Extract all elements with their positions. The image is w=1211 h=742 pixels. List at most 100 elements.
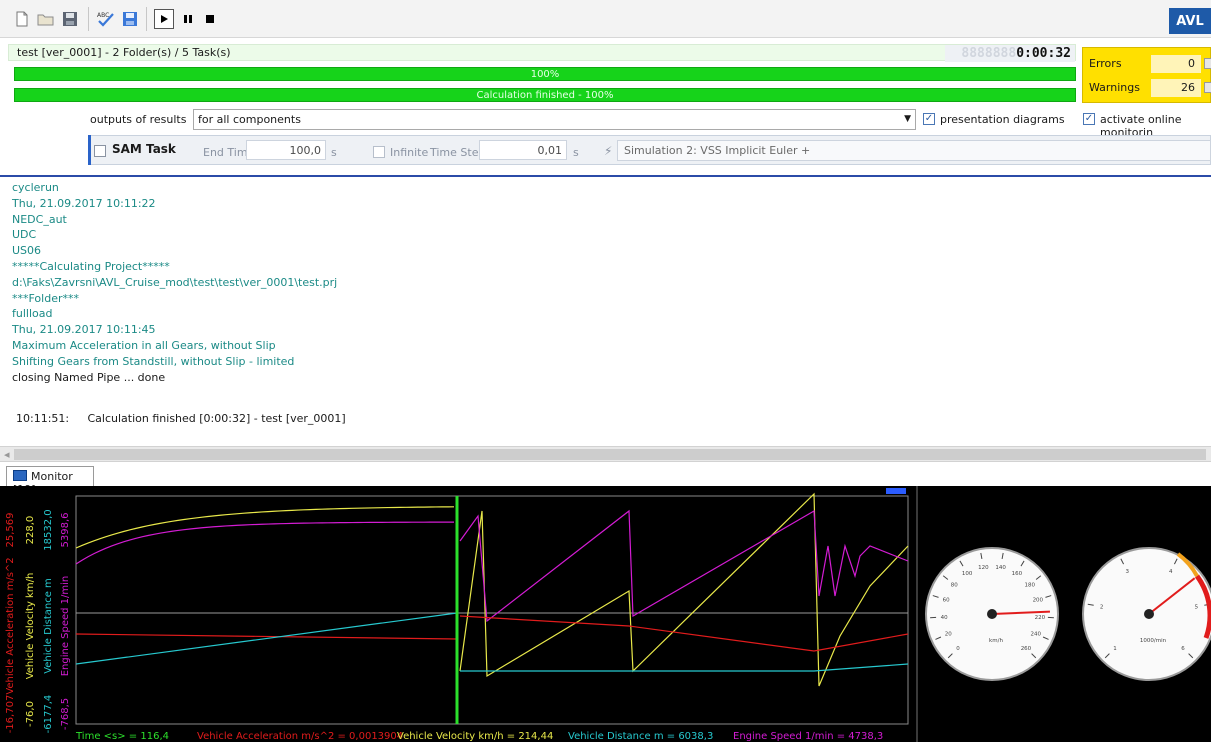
calculation-log: cyclerun Thu, 21.09.2017 10:11:22 NEDC_aut…	[12, 181, 1192, 386]
speedo-tick-label: 80	[951, 582, 958, 588]
errors-label: Errors	[1089, 57, 1122, 70]
speedo-tick-label: 60	[943, 598, 950, 604]
errors-panel: Errors 0 Warnings 26	[1082, 47, 1211, 103]
stop-icon[interactable]	[200, 9, 220, 29]
tacho-tick-label: 6	[1181, 646, 1185, 652]
log-line: Shifting Gears from Standstill, without …	[12, 354, 295, 368]
errors-detail-icon[interactable]	[1204, 58, 1211, 69]
errors-count: 0	[1151, 55, 1201, 73]
errors-row: Errors 0	[1083, 53, 1211, 75]
axis-min-label: -16,707	[5, 695, 16, 734]
log-line: fullload	[12, 307, 53, 321]
infinite-checkbox[interactable]	[373, 146, 385, 158]
speedo-tick-label: 20	[945, 632, 952, 638]
tacho-tick-label: 3	[1125, 569, 1129, 575]
speedo-tick-label: 200	[1033, 598, 1044, 604]
readout-value: Vehicle Acceleration m/s^2 = 0,0013904	[197, 731, 403, 742]
speedo-tick-label: 100	[962, 571, 973, 577]
axis-max-label: 228,0	[25, 516, 36, 545]
main-toolbar: ABC AVL	[0, 0, 1211, 38]
sam-task-checkbox[interactable]	[94, 145, 106, 157]
monitor-panel: Vehicle Acceleration m/s^2 25,569 -16,707 V…	[0, 486, 1211, 742]
progress-bottom-label: Calculation finished - 100%	[476, 89, 614, 101]
log-final-message: Calculation finished [0:00:32] - test [v…	[87, 412, 346, 425]
speedo-tick-label: 0	[956, 646, 960, 652]
timer-ghost-digits: 8888888	[961, 46, 1017, 61]
tacho-unit-label: 1000/min	[1140, 638, 1167, 644]
time-step-input[interactable]: 0,01	[479, 140, 567, 160]
speedo-tick-label: 120	[978, 565, 989, 571]
speedo-tick-label: 260	[1021, 646, 1032, 652]
tacho-hub	[1144, 609, 1154, 619]
save-icon[interactable]	[60, 9, 80, 29]
warnings-row: Warnings 26	[1083, 77, 1211, 99]
online-monitoring-checkbox[interactable]: ✓	[1083, 113, 1095, 125]
readout-value: Engine Speed 1/min = 4738,3	[733, 731, 883, 742]
tacho-tick-label: 1	[1113, 646, 1117, 652]
log-line: cyclerun	[12, 181, 59, 194]
log-line: Maximum Acceleration in all Gears, witho…	[12, 338, 276, 352]
log-horizontal-scrollbar[interactable]: ◂	[0, 446, 1211, 462]
speedo-tick-label: 40	[941, 615, 948, 621]
scrollbar-thumb[interactable]	[14, 449, 1206, 460]
lightning-icon: ⚡	[604, 144, 613, 158]
tacho-tick-label: 5	[1195, 604, 1199, 610]
monitor-canvas: Vehicle Acceleration m/s^2 25,569 -16,707 V…	[5, 486, 1211, 742]
progress-bar-calculation: Calculation finished - 100%	[14, 88, 1076, 102]
sam-task-accent	[88, 135, 91, 165]
log-line: *****Calculating Project*****	[12, 259, 170, 273]
outputs-select[interactable]: for all components ▼	[193, 109, 916, 130]
outputs-label: outputs of results	[90, 113, 187, 126]
end-time-input[interactable]: 100,0	[246, 140, 326, 160]
progress-top-label: 100%	[530, 68, 560, 80]
project-header: test [ver_0001] - 2 Folder(s) / 5 Task(s…	[8, 44, 1076, 62]
axis-label: Vehicle Acceleration m/s^2	[5, 557, 16, 694]
axis-min-label: -6177,4	[43, 695, 54, 734]
end-time-unit: s	[331, 146, 337, 159]
time-step-unit: s	[573, 146, 579, 159]
time-step-label: Time Step	[430, 146, 486, 159]
log-line: Thu, 21.09.2017 10:11:45	[12, 323, 156, 337]
plot-legend-swatch	[886, 488, 906, 494]
axis-min-label: -76,0	[25, 701, 36, 727]
new-file-icon[interactable]	[12, 9, 32, 29]
monitor-icon	[13, 470, 27, 481]
tacho-tick-label: 4	[1169, 569, 1173, 575]
scroll-left-icon[interactable]: ◂	[4, 448, 10, 461]
speedo-tick-label: 160	[1012, 571, 1023, 577]
svg-text:ABC: ABC	[97, 12, 109, 19]
log-final-time: 10:11:51:	[16, 412, 70, 425]
spellcheck-icon[interactable]: ABC	[96, 9, 116, 29]
speedo-hub	[987, 609, 997, 619]
simulation-value: Simulation 2: VSS Implicit Euler +	[624, 144, 811, 157]
axis-min-label: -768,5	[60, 698, 71, 730]
pause-icon[interactable]	[178, 9, 198, 29]
presentation-diagrams-checkbox[interactable]: ✓	[923, 113, 935, 125]
speedo-tick-label: 180	[1025, 582, 1036, 588]
log-line: UDC	[12, 228, 37, 242]
play-icon[interactable]	[154, 9, 174, 29]
axis-max-label: 25,569	[5, 513, 16, 548]
dropdown-arrow-icon[interactable]: ▼	[904, 114, 911, 124]
avl-logo: AVL	[1169, 8, 1211, 34]
log-line: d:\Faks\Zavrsni\AVL_Cruise_mod\test\test…	[12, 275, 338, 289]
tacho-tick-label: 2	[1100, 604, 1104, 610]
tab-monitor[interactable]: Monitor [19]	[6, 466, 94, 496]
timer-value: 0:00:32	[1016, 46, 1071, 61]
axis-label: Vehicle Distance m	[43, 578, 54, 674]
outputs-select-value: for all components	[198, 113, 301, 126]
open-folder-icon[interactable]	[36, 9, 56, 29]
log-line: Thu, 21.09.2017 10:11:22	[12, 196, 156, 210]
axis-max-label: 18532,0	[43, 509, 54, 550]
gauge-separator	[916, 486, 918, 742]
speedo-tick-label: 140	[995, 565, 1006, 571]
readout-value: Vehicle Distance m = 6038,3	[568, 731, 713, 742]
infinite-label: Infinite	[390, 146, 429, 159]
readout-value: Vehicle Velocity km/h = 214,44	[397, 731, 553, 742]
project-title: test [ver_0001] - 2 Folder(s) / 5 Task(s…	[17, 46, 231, 59]
save-as-icon[interactable]	[120, 9, 140, 29]
warnings-detail-icon[interactable]	[1204, 82, 1211, 93]
simulation-select[interactable]: Simulation 2: VSS Implicit Euler +	[617, 140, 1211, 161]
warnings-label: Warnings	[1089, 81, 1140, 94]
log-line: US06	[12, 244, 42, 258]
